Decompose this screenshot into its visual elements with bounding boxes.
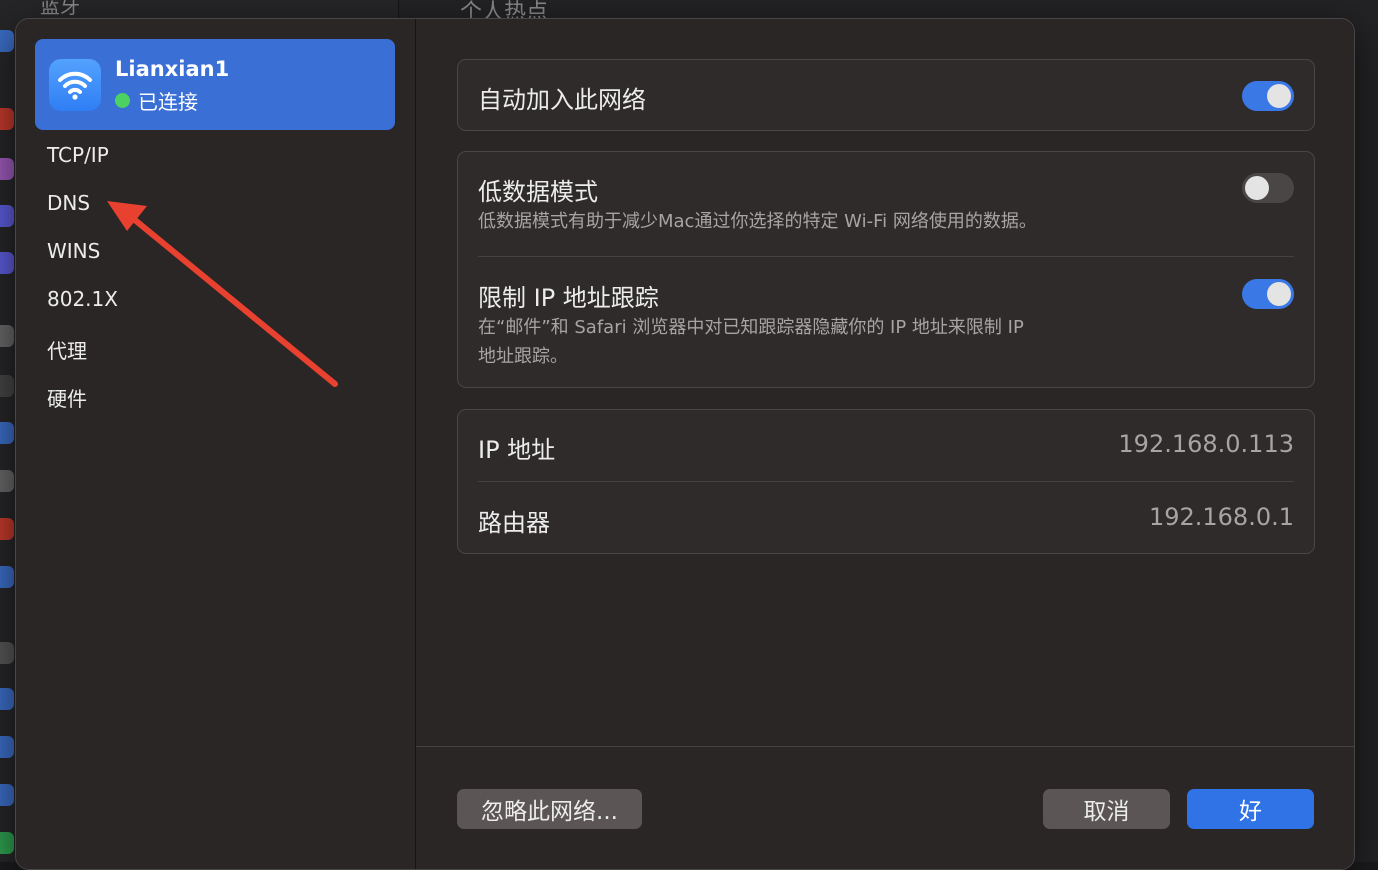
annotation-arrow	[107, 201, 338, 387]
